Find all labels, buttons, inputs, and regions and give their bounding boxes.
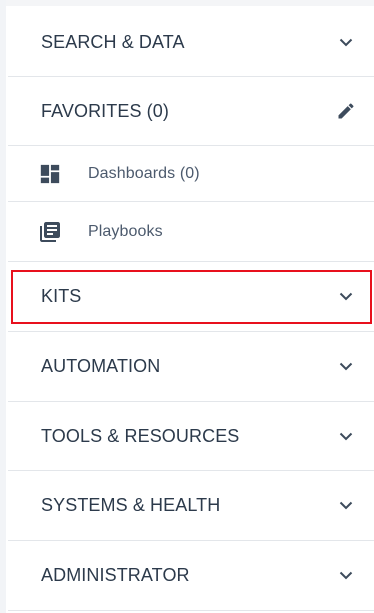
pencil-icon[interactable]	[336, 101, 356, 121]
section-tools-resources[interactable]: TOOLS & RESOURCES	[8, 402, 374, 471]
section-label: SYSTEMS & HEALTH	[41, 495, 221, 515]
sidebar-top-edge	[6, 0, 374, 6]
section-label: ADMINISTRATOR	[41, 565, 190, 585]
chevron-down-icon[interactable]	[336, 426, 356, 446]
chevron-down-icon[interactable]	[336, 566, 356, 586]
sidebar-item-playbooks[interactable]: Playbooks	[8, 202, 374, 262]
section-label: TOOLS & RESOURCES	[41, 425, 240, 446]
library-books-icon	[38, 220, 62, 244]
sidebar-item-label: Dashboards (0)	[88, 164, 200, 182]
section-label: KITS	[41, 286, 82, 306]
section-search-data[interactable]: SEARCH & DATA	[8, 8, 374, 77]
section-kits[interactable]: KITS	[8, 262, 374, 332]
section-systems-health[interactable]: SYSTEMS & HEALTH	[8, 471, 374, 541]
sidebar-item-dashboards[interactable]: Dashboards (0)	[8, 146, 374, 202]
section-label: FAVORITES (0)	[41, 100, 169, 121]
sidebar-item-label: Playbooks	[88, 222, 163, 240]
navigation-sidebar: SEARCH & DATA FAVORITES (0) Dashboards (…	[0, 0, 374, 613]
sidebar-rail	[0, 0, 6, 613]
section-label: SEARCH & DATA	[41, 31, 185, 52]
section-label: AUTOMATION	[41, 356, 161, 376]
dashboard-icon	[38, 162, 62, 186]
chevron-down-icon[interactable]	[336, 357, 356, 377]
chevron-down-icon[interactable]	[336, 287, 356, 307]
chevron-down-icon[interactable]	[336, 32, 356, 52]
section-administrator[interactable]: ADMINISTRATOR	[8, 541, 374, 611]
chevron-down-icon[interactable]	[336, 496, 356, 516]
section-automation[interactable]: AUTOMATION	[8, 332, 374, 402]
section-favorites[interactable]: FAVORITES (0)	[8, 77, 374, 146]
